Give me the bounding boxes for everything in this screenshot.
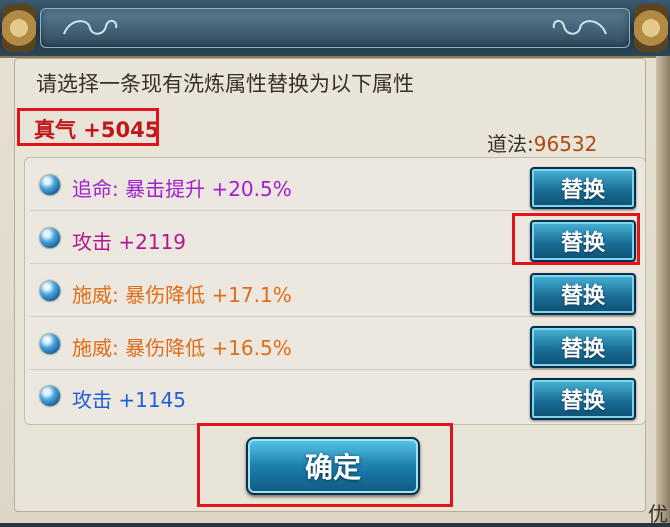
swap-button-highlight (512, 213, 640, 265)
attribute-text: 攻击 +2119 (72, 230, 187, 254)
dao-fa-value: 96532 (533, 132, 598, 156)
swap-button[interactable]: 替换 (530, 167, 636, 209)
attribute-text: 施威: 暴伤降低 +16.5% (72, 336, 292, 360)
attribute-text: 攻击 +1145 (72, 388, 187, 412)
swap-button[interactable]: 替换 (530, 326, 636, 368)
corner-ornament-right-icon (634, 4, 668, 52)
swap-button[interactable]: 替换 (530, 273, 636, 315)
blue-orb-icon (40, 334, 60, 354)
attribute-text: 施威: 暴伤降低 +17.1% (72, 283, 292, 307)
attribute-text: 追命: 暴击提升 +20.5% (72, 177, 292, 201)
attribute-row: 追命: 暴击提升 +20.5% 替换 (30, 160, 636, 211)
blue-orb-icon (40, 281, 60, 301)
dao-fa-label: 道法: (487, 132, 534, 156)
attribute-row: 施威: 暴伤降低 +16.5% 替换 (30, 319, 636, 370)
dao-fa-stat: 道法:96532 (487, 128, 597, 157)
blue-orb-icon (40, 386, 60, 406)
cloud-swirl-right-icon (552, 20, 607, 35)
new-attribute-highlight (17, 108, 159, 146)
frame-right-edge (656, 56, 670, 523)
instruction-text: 请选择一条现有洗炼属性替换为以下属性 (36, 72, 414, 96)
blue-orb-icon (40, 228, 60, 248)
title-bar-inner (40, 8, 630, 48)
attribute-row: 施威: 暴伤降低 +17.1% 替换 (30, 266, 636, 317)
blue-orb-icon (40, 175, 60, 195)
attribute-row: 攻击 +1145 替换 (30, 371, 636, 421)
corner-ornament-left-icon (2, 4, 36, 52)
cloud-swirl-left-icon (63, 20, 118, 35)
title-bar (0, 0, 670, 58)
confirm-button-highlight (197, 423, 453, 507)
swap-button[interactable]: 替换 (530, 378, 636, 420)
